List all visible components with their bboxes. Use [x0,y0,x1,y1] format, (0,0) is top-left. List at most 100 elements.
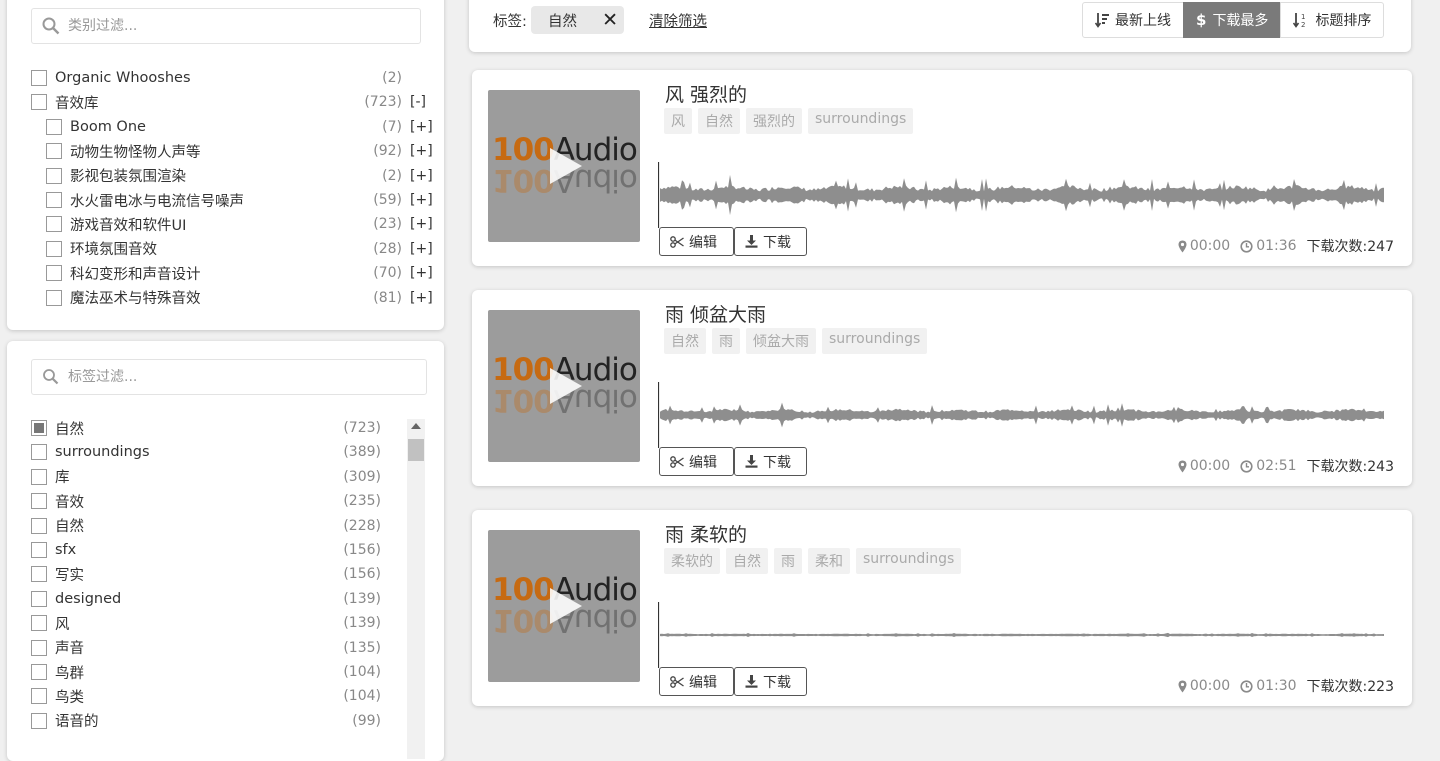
category-checkbox[interactable] [31,94,47,111]
tag-checkbox[interactable] [31,639,47,656]
sound-thumbnail[interactable]: 100Audio 100Audio [488,90,640,242]
category-expander[interactable]: [+] [410,241,433,257]
category-checkbox[interactable] [46,167,62,184]
tag-item[interactable]: 语音的 [31,710,99,732]
play-icon[interactable] [550,588,582,624]
category-search-input[interactable] [68,18,368,34]
waveform[interactable] [658,382,1386,448]
category-expander[interactable]: [+] [410,290,433,306]
category-item[interactable]: 魔法巫术与特殊音效 [46,287,201,309]
tag-item[interactable]: 自然 [31,515,84,537]
tag-item[interactable]: sfx [31,539,76,561]
tag-item[interactable]: 鸟群 [31,661,84,683]
tag-checkbox[interactable] [31,688,47,705]
tag-item[interactable]: 自然 [31,417,84,439]
sound-tag[interactable]: 自然 [698,108,740,134]
category-checkbox[interactable] [46,216,62,233]
sound-tag[interactable]: 柔和 [808,548,850,574]
category-expander[interactable]: [+] [410,168,433,184]
category-item[interactable]: Boom One [46,116,146,138]
edit-button[interactable]: 编辑 [659,447,734,476]
category-item[interactable]: 影视包装氛围渲染 [46,165,186,187]
duration-readout: 01:30 [1240,678,1297,694]
sort-most-downloaded-button[interactable]: $ 下载最多 [1183,2,1282,38]
category-checkbox[interactable] [46,265,62,282]
svg-text:1: 1 [1301,13,1305,21]
sound-tag[interactable]: 倾盆大雨 [746,328,816,354]
category-search[interactable] [31,8,421,44]
waveform[interactable] [658,162,1386,228]
tag-checkbox[interactable] [31,590,47,607]
download-button[interactable]: 下载 [734,227,807,256]
category-checkbox[interactable] [46,192,62,208]
tag-item[interactable]: designed [31,588,121,610]
edit-button[interactable]: 编辑 [659,667,734,696]
sound-tag[interactable]: 自然 [726,548,768,574]
tag-checkbox[interactable] [31,664,47,680]
tag-item[interactable]: 写实 [31,563,84,585]
category-item[interactable]: 动物生物怪物人声等 [46,140,201,162]
sound-tag[interactable]: 雨 [774,548,802,574]
category-expander[interactable]: [+] [410,216,433,232]
download-button[interactable]: 下载 [734,447,807,476]
sound-title[interactable]: 雨 柔软的 [665,520,747,547]
category-checkbox[interactable] [46,240,62,257]
category-expander[interactable]: [+] [410,143,433,159]
close-icon[interactable]: ✕ [602,9,618,31]
category-expander[interactable]: [+] [410,119,433,135]
tag-item[interactable]: 声音 [31,637,84,659]
category-item[interactable]: Organic Whooshes [31,67,191,89]
tag-checkbox[interactable] [31,468,47,485]
sound-tag[interactable]: 雨 [712,328,740,354]
tag-item[interactable]: 风 [31,612,70,634]
category-expander[interactable]: [-] [410,94,426,110]
tag-checkbox[interactable] [31,517,47,534]
tag-checkbox[interactable] [31,493,47,510]
waveform[interactable] [658,602,1386,668]
category-checkbox[interactable] [46,118,62,135]
sound-tag[interactable]: 柔软的 [664,548,720,574]
download-button[interactable]: 下载 [734,667,807,696]
sound-thumbnail[interactable]: 100Audio 100Audio [488,310,640,462]
scroll-thumb[interactable] [408,439,424,461]
category-checkbox[interactable] [46,289,62,306]
tag-item[interactable]: 音效 [31,490,84,512]
sound-title[interactable]: 风 强烈的 [665,80,747,107]
tag-checkbox[interactable] [31,615,47,632]
category-expander[interactable]: [+] [410,192,433,208]
sound-tag[interactable]: surroundings [822,328,928,354]
sound-tag[interactable]: 风 [664,108,692,134]
sort-newest-button[interactable]: 最新上线 [1082,2,1184,38]
tag-item[interactable]: 鸟类 [31,685,84,707]
tag-item[interactable]: 库 [31,466,70,488]
tag-search[interactable] [31,359,427,395]
edit-button[interactable]: 编辑 [659,227,734,256]
category-item[interactable]: 水火雷电冰与电流信号噪声 [46,189,244,211]
sound-title[interactable]: 雨 倾盆大雨 [665,300,766,327]
play-icon[interactable] [550,148,582,184]
category-item[interactable]: 游戏音效和软件UI [46,213,186,235]
category-expander[interactable]: [+] [410,265,433,281]
tag-checkbox[interactable] [31,566,47,583]
category-checkbox[interactable] [46,143,62,160]
sort-title-button[interactable]: 12 标题排序 [1280,2,1385,38]
sound-thumbnail[interactable]: 100Audio 100Audio [488,530,640,682]
category-item[interactable]: 科幻变形和声音设计 [46,262,201,284]
tag-checkbox[interactable] [31,712,47,729]
tag-list-scrollbar[interactable] [407,419,425,759]
tag-item[interactable]: surroundings [31,441,150,463]
sound-tag[interactable]: 自然 [664,328,706,354]
sound-tag[interactable]: surroundings [856,548,962,574]
category-checkbox[interactable] [31,70,47,86]
sound-tag[interactable]: surroundings [808,108,914,134]
scroll-up-arrow-icon[interactable] [411,423,421,429]
tag-checkbox[interactable] [31,420,47,436]
clear-filter-link[interactable]: 清除筛选 [649,10,707,31]
category-item[interactable]: 环境氛围音效 [46,238,157,260]
tag-checkbox[interactable] [31,444,47,461]
sound-tag[interactable]: 强烈的 [746,108,802,134]
tag-search-input[interactable] [68,369,368,385]
tag-checkbox[interactable] [31,542,47,558]
play-icon[interactable] [550,368,582,404]
category-item[interactable]: 音效库 [31,91,99,113]
